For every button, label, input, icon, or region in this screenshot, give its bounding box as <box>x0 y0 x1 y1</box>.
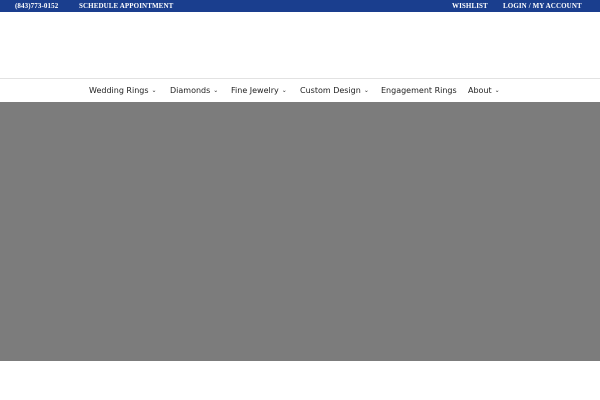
nav-item-label: Wedding Rings <box>89 86 149 95</box>
hero-banner-placeholder <box>0 102 600 361</box>
nav-item-about[interactable]: About ⌄ <box>468 79 500 102</box>
nav-item-fine-jewelry[interactable]: Fine Jewelry ⌄ <box>231 79 287 102</box>
nav-item-wedding-rings[interactable]: Wedding Rings ⌄ <box>89 79 157 102</box>
chevron-down-icon: ⌄ <box>151 87 157 94</box>
below-hero-area <box>0 361 600 400</box>
schedule-appointment-link[interactable]: SCHEDULE APPOINTMENT <box>79 0 173 12</box>
nav-item-label: About <box>468 86 492 95</box>
wishlist-link[interactable]: WISHLIST <box>452 0 488 12</box>
main-navigation: Wedding Rings ⌄ Diamonds ⌄ Fine Jewelry ⌄ C… <box>0 78 600 102</box>
nav-item-label: Engagement Rings <box>381 86 457 95</box>
chevron-down-icon: ⌄ <box>494 87 500 94</box>
nav-item-engagement-rings[interactable]: Engagement Rings <box>381 79 457 102</box>
header-brand-area <box>0 12 600 78</box>
chevron-down-icon: ⌄ <box>281 87 287 94</box>
chevron-down-icon: ⌄ <box>363 87 369 94</box>
login-account-link[interactable]: LOGIN / MY ACCOUNT <box>503 0 582 12</box>
chevron-down-icon: ⌄ <box>213 87 219 94</box>
nav-item-label: Diamonds <box>170 86 211 95</box>
top-utility-bar: (843)773-0152 SCHEDULE APPOINTMENT WISHL… <box>0 0 600 12</box>
nav-item-custom-design[interactable]: Custom Design ⌄ <box>300 79 369 102</box>
nav-item-label: Custom Design <box>300 86 361 95</box>
phone-link[interactable]: (843)773-0152 <box>15 0 58 12</box>
nav-item-diamonds[interactable]: Diamonds ⌄ <box>170 79 218 102</box>
nav-item-label: Fine Jewelry <box>231 86 279 95</box>
